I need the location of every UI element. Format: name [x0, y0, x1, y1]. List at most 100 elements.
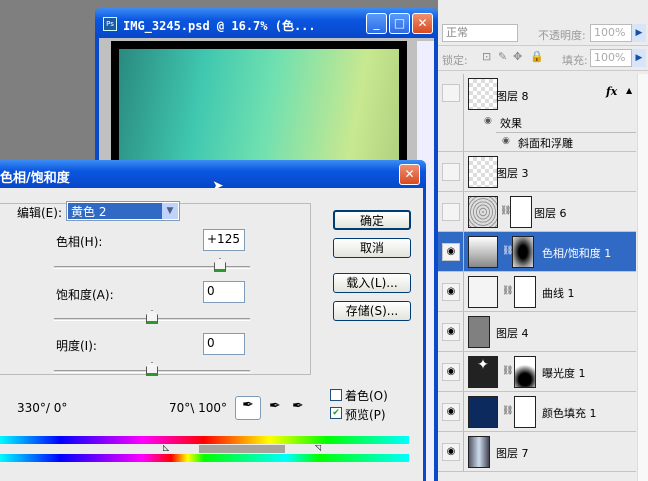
- adjustment-thumbnail: [468, 236, 498, 268]
- range-selection[interactable]: [199, 445, 285, 453]
- collapse-triangle-icon[interactable]: ▲: [626, 86, 632, 95]
- layer-thumbnail: [468, 196, 498, 228]
- layer-mask-thumbnail: [510, 196, 532, 228]
- opacity-input[interactable]: 100%: [590, 24, 632, 42]
- dialog-close-button[interactable]: ✕: [399, 164, 420, 185]
- link-icon[interactable]: ⛓: [502, 286, 513, 296]
- range-left-falloff-handle[interactable]: ◺: [163, 443, 169, 452]
- visibility-toggle[interactable]: [442, 203, 460, 221]
- layer-thumbnail: [468, 78, 498, 110]
- visibility-toggle[interactable]: [442, 84, 460, 102]
- layers-scrollbar[interactable]: [637, 74, 648, 481]
- visibility-toggle[interactable]: ◉: [442, 323, 460, 341]
- saturation-input[interactable]: 0: [203, 281, 245, 303]
- eye-icon[interactable]: ◉: [484, 116, 492, 126]
- dialog-title: 色相/饱和度: [0, 171, 70, 186]
- effects-label: 效果: [500, 117, 522, 130]
- dialog-body: 编辑(E): 黄色 2 ▼ 色相(H): +125 饱和度(A): 0 明度(I…: [0, 188, 423, 481]
- range-left-readout: 330°/ 0°: [17, 401, 68, 415]
- hue-label: 色相(H):: [56, 235, 103, 249]
- photoshop-icon: Ps: [103, 17, 117, 31]
- edit-select-value: 黄色 2: [68, 203, 162, 219]
- visibility-toggle[interactable]: ◉: [442, 363, 460, 381]
- lightness-label: 明度(I):: [56, 339, 97, 353]
- layer-mask-thumbnail: [514, 396, 536, 428]
- visibility-toggle[interactable]: ◉: [442, 283, 460, 301]
- link-icon[interactable]: ⛓: [502, 406, 513, 416]
- layer-name: 曝光度 1: [542, 367, 586, 380]
- load-button[interactable]: 载入(L)...: [333, 273, 411, 293]
- visibility-toggle[interactable]: ◉: [442, 243, 460, 261]
- save-button[interactable]: 存储(S)...: [333, 301, 411, 321]
- lock-all-icon[interactable]: 🔒: [530, 50, 544, 63]
- fx-icon[interactable]: fx: [606, 85, 617, 98]
- blend-mode-select[interactable]: 正常: [442, 24, 518, 42]
- layer-row[interactable]: ◉ ⛓ 曲线 1: [438, 272, 636, 312]
- layer-row[interactable]: ⛓ 图层 6: [438, 192, 636, 232]
- output-hue-bar: [0, 454, 409, 462]
- opacity-arrow-button[interactable]: ▶: [632, 24, 646, 42]
- layer-name: 图层 8: [496, 90, 529, 103]
- cancel-button[interactable]: 取消: [333, 238, 411, 258]
- hue-saturation-dialog: 色相/饱和度 ✕ ➤ 编辑(E): 黄色 2 ▼ 色相(H): +125 饱和度…: [0, 160, 426, 481]
- visibility-toggle[interactable]: ◉: [442, 443, 460, 461]
- fill-input[interactable]: 100%: [590, 49, 632, 67]
- range-right-falloff-handle[interactable]: ◹: [315, 443, 321, 452]
- layer-row[interactable]: ◉ 图层 7: [438, 432, 636, 472]
- lock-move-icon[interactable]: ✥: [513, 50, 522, 63]
- preview-label: 预览(P): [345, 408, 386, 422]
- lock-label: 锁定:: [442, 54, 468, 67]
- link-icon[interactable]: ⛓: [502, 366, 513, 376]
- layer-row[interactable]: ◉ 图层 4: [438, 312, 636, 352]
- layer-thumbnail: [468, 436, 490, 468]
- layer-name: 颜色填充 1: [542, 407, 597, 420]
- layers-panel: 正常 不透明度: 100% ▶ 锁定: ⊡ ✎ ✥ 🔒 填充: 100% ▶ 图…: [438, 0, 648, 481]
- close-button[interactable]: ✕: [412, 13, 433, 34]
- layer-row[interactable]: ◉ ✦ ⛓ 曝光度 1: [438, 352, 636, 392]
- layer-thumbnail: [468, 156, 498, 188]
- chevron-down-icon[interactable]: ▼: [162, 203, 178, 219]
- layer-mask-thumbnail: [514, 356, 536, 388]
- effect-bevel-emboss[interactable]: 斜面和浮雕: [518, 135, 573, 151]
- blend-opacity-row: 正常 不透明度: 100% ▶: [438, 22, 648, 46]
- document-title: IMG_3245.psd @ 16.7% (色...: [123, 19, 316, 33]
- preview-checkbox[interactable]: ✔: [330, 407, 342, 419]
- eye-icon[interactable]: ◉: [502, 136, 510, 146]
- maximize-button[interactable]: □: [389, 13, 410, 34]
- hue-input[interactable]: +125: [203, 229, 245, 251]
- colorize-label: 着色(O): [345, 389, 388, 403]
- fill-arrow-button[interactable]: ▶: [632, 49, 646, 67]
- layer-name: 图层 7: [496, 447, 529, 460]
- eyedropper-tool[interactable]: ✒: [235, 396, 261, 420]
- layer-name: 图层 6: [534, 207, 567, 220]
- layer-row[interactable]: 图层 8 fx ▲ ◉ 效果 ◉ 斜面和浮雕: [438, 74, 636, 152]
- lightness-input[interactable]: 0: [203, 333, 245, 355]
- settings-group: [0, 203, 311, 375]
- lock-fill-row: 锁定: ⊡ ✎ ✥ 🔒 填充: 100% ▶: [438, 47, 648, 71]
- input-hue-bar: [0, 436, 409, 444]
- lock-transparency-icon[interactable]: ⊡: [482, 50, 491, 63]
- colorize-checkbox[interactable]: [330, 389, 342, 401]
- layer-name: 色相/饱和度 1: [542, 247, 612, 260]
- opacity-label: 不透明度:: [538, 29, 586, 42]
- minimize-button[interactable]: _: [366, 13, 387, 34]
- curves-thumbnail: [468, 276, 498, 308]
- layer-thumbnail: [468, 316, 490, 348]
- visibility-toggle[interactable]: ◉: [442, 403, 460, 421]
- edit-select[interactable]: 黄色 2 ▼: [66, 201, 180, 221]
- layer-mask-thumbnail: [514, 276, 536, 308]
- color-fill-thumbnail: [468, 396, 498, 428]
- layer-row-selected[interactable]: ◉ ⛓ 色相/饱和度 1: [438, 232, 636, 272]
- ok-button[interactable]: 确定: [333, 210, 411, 230]
- layer-name: 曲线 1: [542, 287, 575, 300]
- saturation-label: 饱和度(A):: [56, 288, 114, 302]
- layer-row[interactable]: 图层 3: [438, 152, 636, 192]
- eyedropper-minus-tool[interactable]: ✒: [292, 398, 304, 414]
- layer-name: 图层 3: [496, 167, 529, 180]
- lock-brush-icon[interactable]: ✎: [498, 50, 507, 63]
- exposure-thumbnail: ✦: [468, 356, 498, 388]
- eyedropper-plus-tool[interactable]: ✒: [269, 398, 281, 414]
- layer-row[interactable]: ◉ ⛓ 颜色填充 1: [438, 392, 636, 432]
- fill-label: 填充:: [562, 54, 588, 67]
- visibility-toggle[interactable]: [442, 163, 460, 181]
